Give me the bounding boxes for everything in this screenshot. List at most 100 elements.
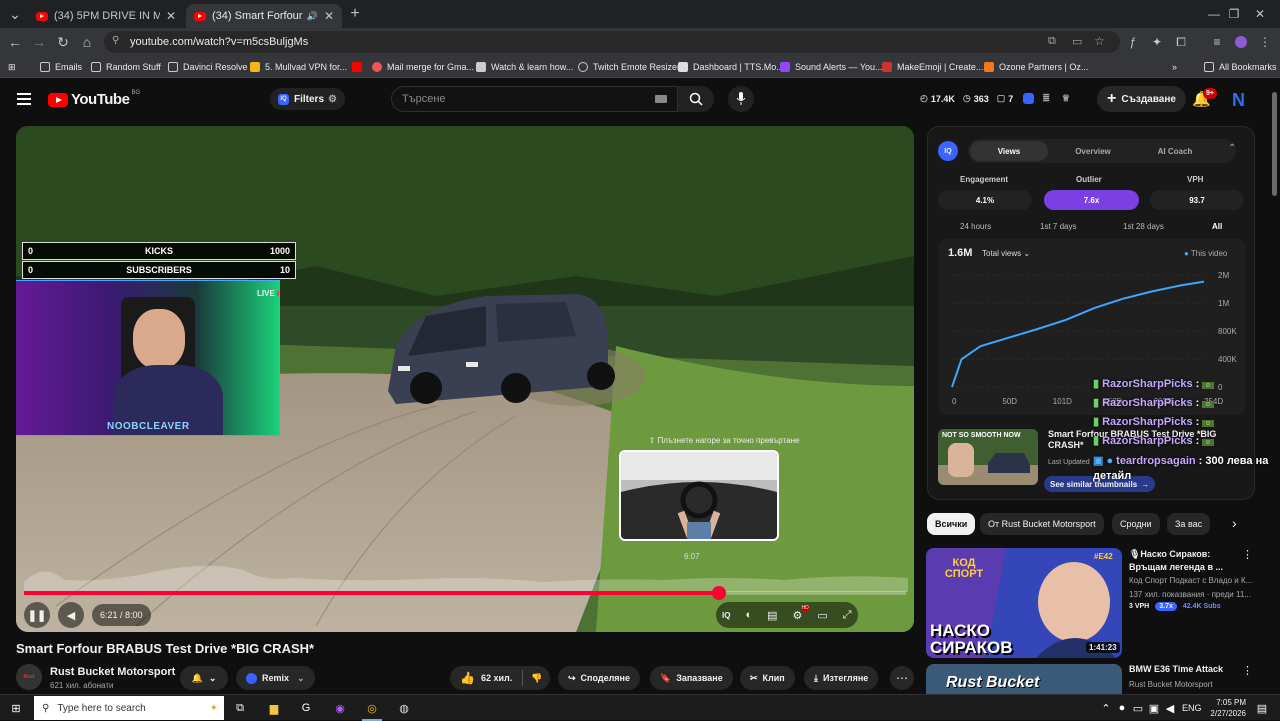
page-scrollbar-thumb[interactable] xyxy=(1272,92,1277,196)
recommendation-thumbnail[interactable]: КОД СПОРТ #E42 НАСКО СИРАКОВ 1:41:23 xyxy=(926,548,1122,658)
extension-leaf-icon[interactable]: ✦ xyxy=(1148,33,1166,51)
chip-for-you[interactable]: За вас xyxy=(1167,513,1211,535)
more-bookmarks-icon[interactable]: » xyxy=(1172,59,1177,75)
chips-next-arrow-icon[interactable]: › xyxy=(1232,515,1237,531)
recommendation-menu-icon[interactable]: ⋮ xyxy=(1242,664,1253,677)
tab-ai-coach[interactable]: AI Coach xyxy=(1136,141,1214,161)
iq-small-icon[interactable] xyxy=(1023,93,1035,104)
channel-name[interactable]: Rust Bucket Motorsport xyxy=(50,666,175,678)
chrome-icon[interactable]: ◎ xyxy=(362,699,382,717)
profile-avatar-icon[interactable] xyxy=(1232,33,1250,51)
address-bar[interactable]: ⚲ youtube.com/watch?v=m5csBuljgMs ⧉ ▭ ☆ xyxy=(104,31,1120,53)
search-input[interactable]: Търсене xyxy=(391,86,678,112)
autoplay-toggle-icon[interactable]: ◐ xyxy=(745,609,752,621)
tab-views[interactable]: Views xyxy=(970,141,1048,161)
search-button[interactable] xyxy=(678,86,714,112)
iq-player-icon[interactable]: IQ xyxy=(722,611,730,620)
save-button[interactable]: 🔖 Запазване xyxy=(650,666,733,690)
keyboard-icon[interactable] xyxy=(655,95,667,103)
voice-search-button[interactable] xyxy=(728,86,754,112)
range-all[interactable]: All xyxy=(1212,222,1222,231)
discord-icon[interactable]: ◉ xyxy=(330,699,350,717)
list-icon[interactable]: ≣ xyxy=(1042,93,1050,104)
video-player[interactable]: 0 KICKS 1000 0 SUBSCRIBERS 10 LIVE NOOBC… xyxy=(16,126,914,632)
task-view-icon[interactable]: ⧉ xyxy=(230,699,250,717)
download-button[interactable]: ⤓ Изтегляне xyxy=(804,666,879,690)
like-button[interactable]: 👍 62 хил. 👎 xyxy=(450,666,550,690)
extensions-puzzle-icon[interactable]: ⧠ xyxy=(1172,33,1190,51)
recommendation-channel[interactable]: Rust Bucket Motorsport xyxy=(1129,680,1213,689)
audio-playing-icon[interactable]: 🔊 xyxy=(307,11,318,22)
close-tab-icon[interactable]: ✕ xyxy=(166,9,176,23)
fullscreen-icon[interactable]: ⤢ xyxy=(843,609,852,622)
bookmark-item[interactable]: Random Stuff xyxy=(91,59,161,75)
windows-start-icon[interactable]: ⊞ xyxy=(6,699,26,717)
more-actions-button[interactable]: ⋯ xyxy=(890,666,914,690)
home-icon[interactable]: ⌂ xyxy=(76,32,98,52)
site-info-icon[interactable]: ⚲ xyxy=(112,35,119,46)
recommendation-title[interactable]: BMW E36 Time Attack xyxy=(1129,664,1223,674)
bookmark-item[interactable]: Davinci Resolve xyxy=(168,59,248,75)
similar-thumbnail[interactable]: NOT SO SMOOTH NOW xyxy=(938,429,1038,485)
bookmark-item[interactable]: Sound Alerts — You... xyxy=(780,59,883,75)
all-bookmarks[interactable]: All Bookmarks xyxy=(1204,59,1277,75)
app-g-icon[interactable]: G xyxy=(296,699,316,717)
recommendation-thumbnail[interactable]: Rust Bucket xyxy=(926,664,1122,694)
recommendation-menu-icon[interactable]: ⋮ xyxy=(1242,548,1253,561)
language-indicator[interactable]: ENG xyxy=(1182,703,1202,713)
share-button[interactable]: ↪ Споделяне xyxy=(558,666,640,690)
chip-from-channel[interactable]: От Rust Bucket Motorsport xyxy=(980,513,1104,535)
trophy-icon[interactable]: ♕ xyxy=(1062,93,1070,104)
chip-related[interactable]: Сродни xyxy=(1112,513,1160,535)
taskbar-clock[interactable]: 7:05 PM 2/27/2026 xyxy=(1204,697,1246,719)
settings-gear-icon[interactable]: ⚙ HD xyxy=(793,604,810,622)
close-tab-icon[interactable]: ✕ xyxy=(324,9,334,23)
recommendation-title[interactable]: 🎙Наско Сираков: Връщам легенда в ... xyxy=(1129,548,1239,574)
tab-search-icon[interactable]: ⌄ xyxy=(4,4,26,24)
file-explorer-icon[interactable]: ▆ xyxy=(264,699,284,717)
bookmark-star-icon[interactable]: ☆ xyxy=(1094,34,1105,48)
pause-button[interactable]: ❚❚ xyxy=(24,602,50,628)
obs-icon[interactable]: ◍ xyxy=(394,699,414,717)
taskbar-search-box[interactable]: ⚲ Type here to search ✦ xyxy=(34,696,224,720)
range-28d[interactable]: 1st 28 days xyxy=(1123,222,1164,231)
recommendation-channel[interactable]: Код Спорт Подкаст с Владо и К... xyxy=(1129,576,1259,585)
progress-scrubber-handle[interactable] xyxy=(711,586,726,600)
bookmark-item[interactable]: MakeEmoji | Create... xyxy=(882,59,983,75)
apps-grid-icon[interactable]: ⊞ xyxy=(8,59,16,75)
channel-avatar[interactable]: Rust xyxy=(16,664,42,690)
browser-menu-icon[interactable]: ⋮ xyxy=(1256,33,1274,51)
remix-button[interactable]: Remix ⌄ xyxy=(236,666,315,690)
subscription-bell-button[interactable]: 🔔 ⌄ xyxy=(180,666,228,690)
window-close-icon[interactable]: ✕ xyxy=(1240,0,1280,28)
cast-icon[interactable]: ▭ xyxy=(1072,35,1082,48)
chip-all[interactable]: Всички xyxy=(927,513,976,535)
browser-tab-2[interactable]: (34) Smart Forfour BRABUS 🔊 ✕ xyxy=(186,4,342,28)
new-tab-icon[interactable]: + xyxy=(344,4,366,24)
bookmark-item[interactable]: Watch & learn how... xyxy=(476,59,573,75)
bookmark-item[interactable]: Twitch Emote Resizer xyxy=(578,59,680,75)
tab-overview[interactable]: Overview xyxy=(1054,141,1132,161)
menu-hamburger-icon[interactable] xyxy=(17,93,31,105)
browser-tab-1[interactable]: (34) 5PM DRIVE IN MURDERED ✕ xyxy=(28,4,184,28)
reload-icon[interactable]: ↻ xyxy=(52,32,74,52)
volume-button[interactable]: ◀ xyxy=(58,602,84,628)
reading-list-icon[interactable]: ≡ xyxy=(1208,33,1226,51)
speaker-tray-icon[interactable]: ◀ xyxy=(1160,699,1180,717)
account-avatar[interactable]: N xyxy=(1232,90,1245,111)
notification-center-icon[interactable]: ▤ xyxy=(1252,699,1272,717)
bookmark-item[interactable] xyxy=(352,59,367,75)
bookmark-item[interactable]: Dashboard | TTS.Mo... xyxy=(678,59,784,75)
progress-track[interactable] xyxy=(24,586,906,600)
back-icon[interactable]: ← xyxy=(4,32,26,52)
translate-icon[interactable]: ⧉ xyxy=(1048,35,1056,48)
range-7d[interactable]: 1st 7 days xyxy=(1040,222,1076,231)
theater-mode-icon[interactable]: ▭ xyxy=(817,609,827,622)
youtube-logo[interactable]: YouTube BG xyxy=(48,90,140,108)
bookmark-item[interactable]: Ozone Partners | Oz... xyxy=(984,59,1088,75)
dislike-button[interactable]: 👎 xyxy=(522,670,542,686)
collapse-chevron-icon[interactable]: ⌃ xyxy=(1228,143,1236,154)
forward-icon[interactable]: → xyxy=(28,32,50,52)
range-24h[interactable]: 24 hours xyxy=(960,222,991,231)
clip-button[interactable]: ✂ Клип xyxy=(740,666,795,690)
